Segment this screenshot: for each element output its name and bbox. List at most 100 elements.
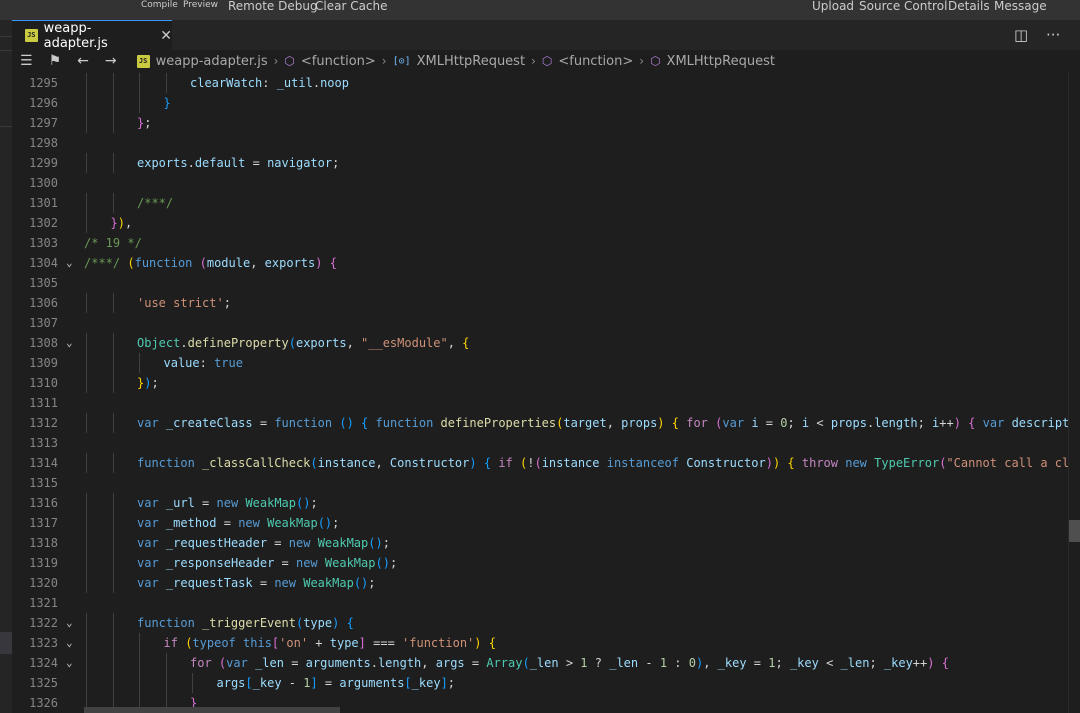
code-line[interactable]: 1315 (12, 473, 1068, 493)
code-token: _len (609, 656, 639, 670)
code-line[interactable]: 1320 var _requestTask = new WeakMap(); (12, 573, 1068, 593)
code-token: new (288, 536, 311, 550)
details-button[interactable]: Details (948, 0, 990, 12)
line-number: 1320 (29, 576, 58, 590)
code-token: _key (789, 656, 819, 670)
code-editor[interactable]: 1295 clearWatch: _util.noop 1296} 1297}; 129… (12, 72, 1068, 713)
list-icon[interactable]: ☰ (20, 53, 33, 69)
fold-chevron-icon[interactable]: ⌄ (66, 613, 73, 633)
side-panel-selected-row[interactable] (0, 632, 12, 654)
tab-weapp-adapter[interactable]: JS weapp-adapter.js ✕ (12, 20, 172, 51)
code-line[interactable]: 1319 var _responseHeader = new WeakMap(); (12, 553, 1068, 573)
code-token: ) (657, 416, 665, 430)
code-line[interactable]: 1323 ⌄ if (typeof this['on' + type] === 'f… (12, 633, 1068, 653)
code-token: length (377, 656, 422, 670)
code-line[interactable]: 1324 ⌄ for (var _len = arguments.length, a… (12, 653, 1068, 673)
code-line[interactable]: 1310}); (12, 373, 1068, 393)
code-line[interactable]: 1313 (12, 433, 1068, 453)
vertical-scrollbar[interactable] (1068, 72, 1080, 713)
code-line[interactable]: 1296} (12, 93, 1068, 113)
breadcrumb-file[interactable]: weapp-adapter.js (156, 54, 268, 69)
code-line[interactable]: 1295 clearWatch: _util.noop (12, 73, 1068, 93)
indent-guide (86, 93, 87, 113)
fold-chevron-icon[interactable]: ⌄ (66, 333, 73, 353)
line-number: 1319 (29, 556, 58, 570)
preview-button[interactable]: Preview (183, 0, 218, 12)
close-icon[interactable]: ✕ (160, 28, 172, 44)
line-number: 1300 (29, 176, 58, 190)
more-actions-icon[interactable]: ··· (1046, 26, 1060, 44)
code-token: Constructor (389, 456, 470, 470)
forward-arrow-icon[interactable]: → (105, 53, 117, 69)
clear-cache-button[interactable]: Clear Cache (315, 0, 388, 12)
code-line[interactable]: 1298 (12, 133, 1068, 153)
message-button[interactable]: Message (994, 0, 1047, 12)
remote-debug-button[interactable]: Remote Debug (228, 0, 318, 12)
code-line[interactable]: 1316 var _url = new WeakMap(); (12, 493, 1068, 513)
code-line[interactable]: 1300 (12, 173, 1068, 193)
code-line[interactable]: 1297}; (12, 113, 1068, 133)
code-token: ) (953, 416, 961, 430)
code-line[interactable]: 1303 /* 19 */ (12, 233, 1068, 253)
line-number: 1309 (29, 356, 58, 370)
scrollbar-thumb[interactable] (1069, 520, 1080, 542)
split-editor-icon[interactable]: ◫ (1014, 26, 1028, 44)
code-line[interactable]: 1314 function _classCallCheck(instance, C… (12, 453, 1068, 473)
code-line[interactable]: 1311 (12, 393, 1068, 413)
breadcrumb-item[interactable]: XMLHttpRequest (417, 54, 525, 69)
code-line[interactable]: 1322 ⌄ function _triggerEvent(type) { (12, 613, 1068, 633)
breadcrumb-item[interactable]: <function> (558, 54, 633, 69)
code-line[interactable]: 1321 (12, 593, 1068, 613)
code-token: 1 (659, 656, 668, 670)
divider (0, 36, 12, 37)
code-token: , (447, 336, 463, 350)
code-token: . (312, 76, 321, 90)
code-line[interactable]: 1305 (12, 273, 1068, 293)
code-line[interactable]: 1325 args[_key - 1] = arguments[_key]; (12, 673, 1068, 693)
code-token: args (216, 676, 246, 690)
code-line[interactable]: 1317 var _method = new WeakMap(); (12, 513, 1068, 533)
bookmark-icon[interactable]: ⚑ (49, 53, 62, 69)
code-token: 'function' (402, 636, 475, 650)
code-line[interactable]: 1302}), (12, 213, 1068, 233)
code-line[interactable]: 1309 value: true (12, 353, 1068, 373)
code-line[interactable]: 1308 ⌄ Object.defineProperty(exports, "__e… (12, 333, 1068, 353)
indent-guide (112, 73, 114, 93)
fold-chevron-icon[interactable]: ⌄ (66, 653, 73, 673)
code-line[interactable]: 1304 ⌄ /***/ (function (module, exports) { (12, 253, 1068, 273)
back-arrow-icon[interactable]: ← (77, 53, 89, 69)
cube-icon: ⬡ (541, 54, 553, 68)
breadcrumb-item[interactable]: XMLHttpRequest (667, 54, 775, 69)
code-token: navigator (267, 156, 333, 170)
code-token: var (137, 516, 159, 530)
code-line[interactable]: 1306 'use strict'; (12, 293, 1068, 313)
indent-guide (86, 113, 87, 133)
code-line[interactable]: 1318 var _requestHeader = new WeakMap(); (12, 533, 1068, 553)
code-token: , (346, 336, 362, 350)
source-control-button[interactable]: Source Control (859, 0, 947, 12)
code-token: _requestTask (165, 576, 253, 590)
chevron-right-icon: › (531, 54, 536, 68)
fold-chevron-icon[interactable]: ⌄ (66, 633, 73, 653)
fold-chevron-icon[interactable]: ⌄ (66, 253, 73, 273)
code-token: type (303, 616, 333, 630)
code-token: _triggerEvent (202, 616, 296, 630)
compile-button[interactable]: Compile (141, 0, 178, 12)
chevron-right-icon: › (273, 54, 279, 68)
code-token: = (317, 676, 340, 690)
code-token: _key (252, 676, 282, 690)
upload-button[interactable]: Upload (812, 0, 854, 12)
indent-guide (139, 633, 140, 653)
horizontal-scrollbar[interactable] (84, 707, 340, 713)
code-line[interactable]: 1301 /***/ (12, 193, 1068, 213)
code-line[interactable]: 1312 var _createClass = function () { fun… (12, 413, 1068, 433)
code-line[interactable]: 1299 exports.default = navigator; (12, 153, 1068, 173)
breadcrumb-item[interactable]: <function> (301, 54, 376, 69)
cube-icon: ⬡ (650, 54, 661, 68)
code-token: defineProperties (440, 416, 557, 430)
js-file-icon: JS (25, 29, 38, 42)
code-line[interactable]: 1307 (12, 313, 1068, 333)
